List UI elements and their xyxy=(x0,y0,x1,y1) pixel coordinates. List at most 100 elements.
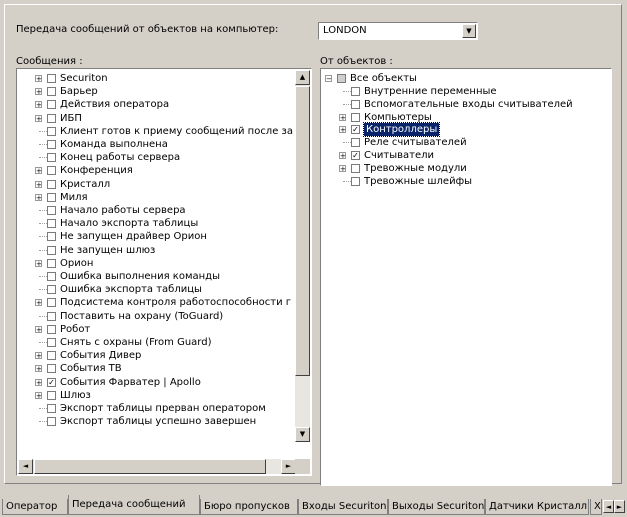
plus-icon[interactable]: + xyxy=(35,391,42,399)
tab-scroll-right-icon[interactable]: ► xyxy=(614,500,625,513)
plus-icon[interactable]: + xyxy=(35,167,42,175)
plus-icon[interactable]: + xyxy=(35,378,42,386)
plus-icon[interactable]: + xyxy=(35,180,42,188)
checkbox[interactable] xyxy=(351,163,360,173)
list-item[interactable]: Начало работы сервера xyxy=(17,204,295,217)
checkbox[interactable] xyxy=(47,192,56,202)
plus-icon[interactable]: + xyxy=(35,325,42,333)
checkbox[interactable] xyxy=(47,100,56,110)
checkbox[interactable] xyxy=(47,272,56,281)
list-item[interactable]: Начало экспорта таблицы xyxy=(17,217,295,230)
scroll-right-icon[interactable]: ► xyxy=(281,459,296,474)
checkbox[interactable] xyxy=(47,153,56,163)
list-item[interactable]: Не запущен драйвер Орион xyxy=(17,230,295,243)
checkbox[interactable] xyxy=(47,298,56,308)
checkbox[interactable] xyxy=(47,324,56,334)
checkbox[interactable] xyxy=(47,179,56,189)
checkbox[interactable] xyxy=(47,351,56,361)
checkbox[interactable] xyxy=(47,390,56,400)
plus-icon[interactable]: + xyxy=(35,114,42,122)
tree-item[interactable]: + ✓ Считыватели xyxy=(321,149,601,162)
list-item[interactable]: + Барьер xyxy=(17,85,295,98)
minus-icon[interactable]: − xyxy=(325,75,332,83)
list-item[interactable]: + Действия оператора xyxy=(17,98,295,111)
list-item[interactable]: Команда выполнена xyxy=(17,138,295,151)
list-item[interactable]: Клиент готов к приему сообщений после за xyxy=(17,125,295,138)
checkbox[interactable] xyxy=(337,74,346,83)
checkbox[interactable] xyxy=(47,311,56,321)
plus-icon[interactable]: + xyxy=(35,101,42,109)
list-item[interactable]: + Робот xyxy=(17,323,295,336)
tab-6[interactable]: Х xyxy=(590,499,602,515)
checkbox[interactable] xyxy=(47,232,56,242)
list-item[interactable]: + ИБП xyxy=(17,112,295,125)
checkbox[interactable] xyxy=(351,138,360,148)
tree-item[interactable]: Внутренние переменные xyxy=(321,85,601,98)
tab-3[interactable]: Входы Securiton xyxy=(298,499,388,515)
list-item[interactable]: + Шлюз xyxy=(17,389,295,402)
objects-tree[interactable]: − Все объекты Внутренние переменные Вспомог… xyxy=(320,68,612,486)
plus-icon[interactable]: + xyxy=(35,193,42,201)
tree-item[interactable]: Реле считывателей xyxy=(321,136,601,149)
checkbox[interactable] xyxy=(47,74,56,83)
list-item[interactable]: Ошибка экспорта таблицы xyxy=(17,283,295,296)
list-item[interactable]: + События ТВ xyxy=(17,362,295,375)
checkbox[interactable] xyxy=(351,112,360,122)
checkbox[interactable] xyxy=(47,245,56,255)
tree-item[interactable]: + Тревожные модули xyxy=(321,162,601,175)
tab-0[interactable]: Оператор xyxy=(2,499,68,515)
list-item[interactable]: + Миля xyxy=(17,191,295,204)
plus-icon[interactable]: + xyxy=(339,126,346,134)
checkbox[interactable] xyxy=(47,258,56,268)
list-item[interactable]: + Конференция xyxy=(17,164,295,177)
checkmark-icon[interactable]: ✓ xyxy=(351,125,360,135)
list-item[interactable]: + Орион xyxy=(17,257,295,270)
list-item[interactable]: Экспорт таблицы прерван оператором xyxy=(17,402,295,415)
tab-4[interactable]: Выходы Securiton xyxy=(388,499,485,515)
checkmark-icon[interactable]: ✓ xyxy=(47,377,56,387)
checkbox[interactable] xyxy=(47,417,56,427)
plus-icon[interactable]: + xyxy=(339,152,346,160)
plus-icon[interactable]: + xyxy=(339,113,346,121)
checkbox[interactable] xyxy=(351,176,360,186)
plus-icon[interactable]: + xyxy=(35,259,42,267)
tree-item[interactable]: + Компьютеры xyxy=(321,111,601,124)
plus-icon[interactable]: + xyxy=(35,365,42,373)
checkbox[interactable] xyxy=(47,126,56,136)
tab-5[interactable]: Датчики Кристалл xyxy=(485,499,589,515)
tree-item[interactable]: Тревожные шлейфы xyxy=(321,175,601,188)
plus-icon[interactable]: + xyxy=(35,88,42,96)
plus-icon[interactable]: + xyxy=(35,352,42,360)
tab-2[interactable]: Бюро пропусков xyxy=(200,499,298,515)
checkbox[interactable] xyxy=(47,338,56,347)
plus-icon[interactable]: + xyxy=(35,75,42,83)
list-item[interactable]: Экспорт таблицы успешно завершен xyxy=(17,415,295,428)
messages-tree[interactable]: + Securiton + Барьер + Действия оператора + ИБП… xyxy=(16,68,312,476)
list-item[interactable]: Конец работы сервера xyxy=(17,151,295,164)
plus-icon[interactable]: + xyxy=(35,299,42,307)
checkbox[interactable] xyxy=(47,166,56,176)
checkbox[interactable] xyxy=(47,285,56,295)
checkbox[interactable] xyxy=(47,206,56,215)
checkbox[interactable] xyxy=(351,99,360,109)
scroll-left-icon[interactable]: ◄ xyxy=(18,459,33,474)
checkbox[interactable] xyxy=(47,140,56,149)
tab-scroll-left-icon[interactable]: ◄ xyxy=(603,500,614,513)
computer-select[interactable]: LONDON ▼ xyxy=(318,22,478,40)
checkbox[interactable] xyxy=(47,404,56,413)
checkbox[interactable] xyxy=(47,364,56,374)
plus-icon[interactable]: + xyxy=(339,164,346,172)
list-item[interactable]: Снять с охраны (From Guard) xyxy=(17,336,295,349)
checkmark-icon[interactable]: ✓ xyxy=(351,151,360,160)
messages-vscrollbar[interactable]: ▲ ▼ xyxy=(295,70,310,442)
scroll-up-icon[interactable]: ▲ xyxy=(295,70,310,85)
chevron-down-icon[interactable]: ▼ xyxy=(462,24,476,38)
tree-root[interactable]: − Все объекты xyxy=(321,72,601,85)
list-item[interactable]: + Кристалл xyxy=(17,178,295,191)
checkbox[interactable] xyxy=(351,87,360,96)
tree-item[interactable]: Вспомогательные входы считывателей xyxy=(321,98,601,111)
tab-1[interactable]: Передача сообщений xyxy=(68,495,200,515)
hscroll-thumb[interactable] xyxy=(34,459,266,474)
list-item[interactable]: + События Дивер xyxy=(17,349,295,362)
list-item[interactable]: Ошибка выполнения команды xyxy=(17,270,295,283)
